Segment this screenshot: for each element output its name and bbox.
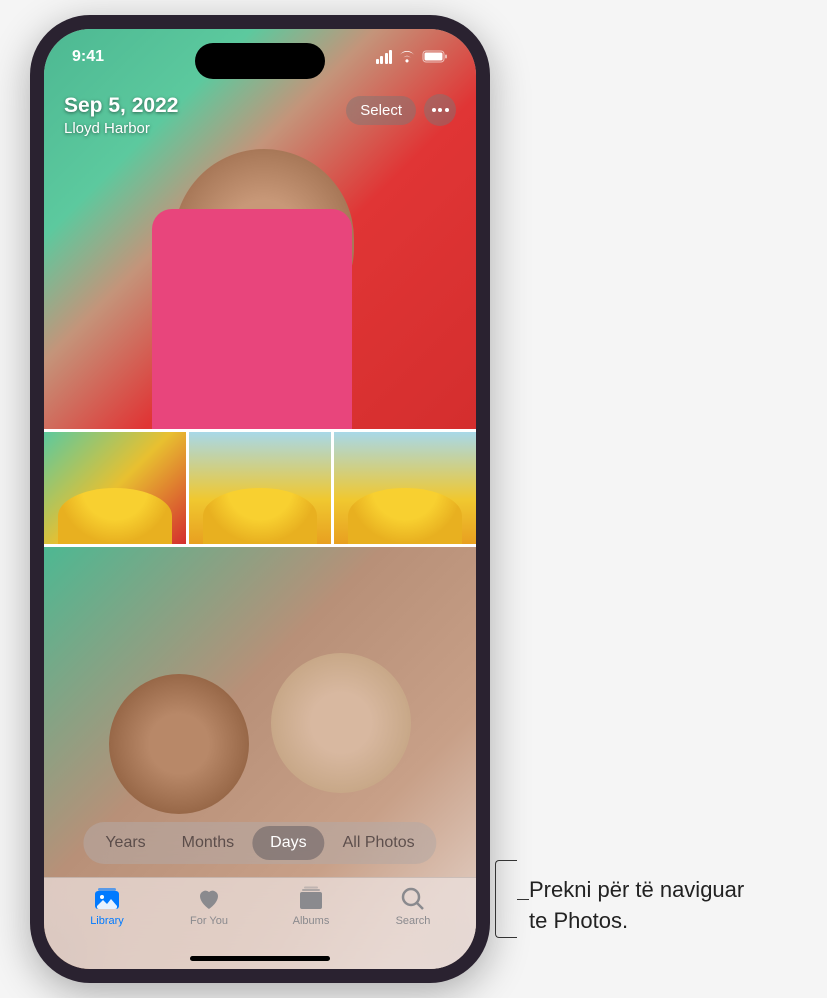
photo-thumbnail[interactable]: [334, 432, 476, 544]
dynamic-island: [195, 43, 325, 79]
for-you-icon: [194, 886, 224, 912]
tab-search[interactable]: Search: [362, 886, 464, 969]
status-time: 9:41: [72, 48, 104, 66]
ellipsis-icon: [432, 108, 449, 112]
home-indicator[interactable]: [190, 956, 330, 961]
header-location[interactable]: Lloyd Harbor: [64, 120, 178, 137]
tab-label: For You: [190, 915, 228, 927]
albums-icon: [296, 886, 326, 912]
phone-device-frame: 9:41: [30, 15, 490, 983]
photo-thumbnail-row: [44, 429, 476, 547]
photo-thumbnail[interactable]: [189, 432, 331, 544]
library-icon: [92, 886, 122, 912]
phone-screen: 9:41: [44, 29, 476, 969]
annotation-callout: Prekni për të naviguar te Photos.: [495, 875, 744, 953]
library-header: Sep 5, 2022 Lloyd Harbor Select: [44, 84, 476, 147]
status-indicators: [376, 50, 449, 64]
cellular-signal-icon: [376, 50, 393, 64]
view-tab-all-photos[interactable]: All Photos: [325, 826, 433, 860]
header-date[interactable]: Sep 5, 2022: [64, 94, 178, 118]
photo-thumbnail[interactable]: [44, 432, 186, 544]
view-tab-years[interactable]: Years: [87, 826, 163, 860]
select-button[interactable]: Select: [346, 96, 416, 125]
tab-label: Albums: [293, 915, 330, 927]
view-switcher: Years Months Days All Photos: [83, 822, 436, 864]
callout-text: Prekni për të naviguar te Photos.: [529, 875, 744, 937]
battery-icon: [422, 50, 448, 63]
callout-bracket-icon: [495, 860, 517, 938]
search-icon: [398, 886, 428, 912]
tab-library[interactable]: Library: [56, 886, 158, 969]
view-tab-months[interactable]: Months: [164, 826, 252, 860]
more-button[interactable]: [424, 94, 456, 126]
tab-label: Library: [90, 915, 124, 927]
tab-label: Search: [396, 915, 431, 927]
wifi-icon: [398, 50, 416, 63]
view-tab-days[interactable]: Days: [252, 826, 324, 860]
